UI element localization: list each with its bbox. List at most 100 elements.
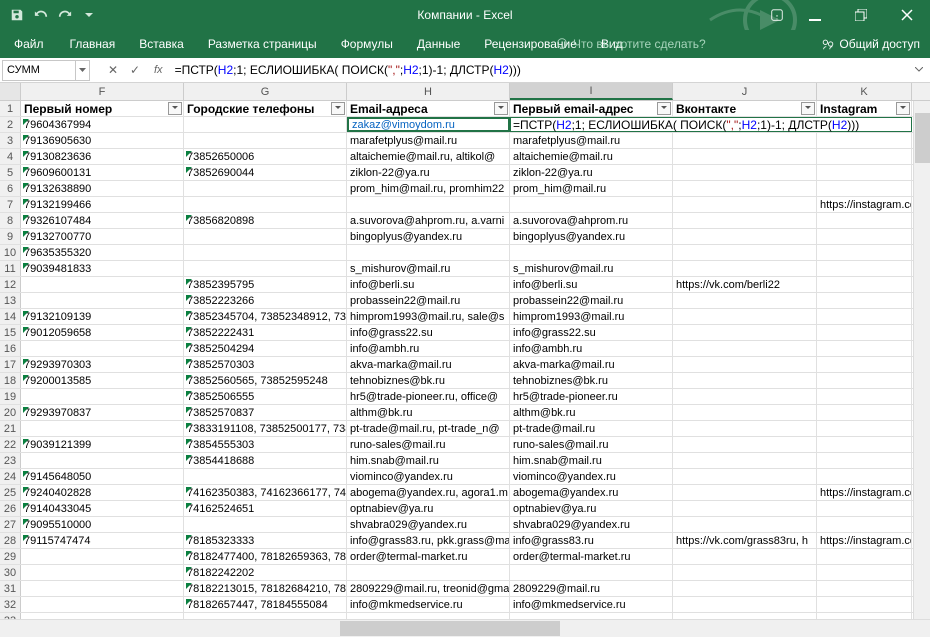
cell[interactable]: 73852345704, 73852348912, 7385	[184, 309, 347, 324]
cell[interactable]	[817, 309, 912, 324]
col-header-F[interactable]: F	[21, 83, 184, 100]
formula-expand[interactable]	[910, 67, 928, 73]
cell[interactable]: hr5@trade-pioneer.ru, office@	[347, 389, 510, 404]
cell[interactable]: 73852504294	[184, 341, 347, 356]
cell[interactable]	[817, 245, 912, 260]
cell[interactable]	[673, 597, 817, 612]
row-header[interactable]: 12	[0, 277, 21, 292]
name-box[interactable]: СУММ	[2, 60, 76, 81]
cell[interactable]: him.snab@mail.ru	[347, 453, 510, 468]
cell[interactable]	[817, 165, 912, 180]
save-button[interactable]	[6, 4, 28, 26]
cell[interactable]: 78182657447, 78184555084	[184, 597, 347, 612]
cell[interactable]: 79200013585	[21, 373, 184, 388]
tell-me[interactable]: Что вы хотите сделать?	[555, 37, 706, 51]
row-header[interactable]: 21	[0, 421, 21, 436]
cell[interactable]: 79130823636	[21, 149, 184, 164]
cell[interactable]	[673, 405, 817, 420]
help-button[interactable]	[762, 0, 792, 30]
cell[interactable]: altaichemie@mail.ru	[510, 149, 673, 164]
row-header[interactable]: 25	[0, 485, 21, 500]
cell[interactable]	[673, 181, 817, 196]
row-header[interactable]: 23	[0, 453, 21, 468]
redo-button[interactable]	[54, 4, 76, 26]
cell[interactable]: althm@bk.ru	[510, 405, 673, 420]
cell[interactable]	[673, 165, 817, 180]
cell[interactable]: runo-sales@mail.ru	[510, 437, 673, 452]
cell[interactable]	[817, 469, 912, 484]
filter-button[interactable]	[168, 102, 182, 115]
cell[interactable]: akva-marka@mail.ru	[347, 357, 510, 372]
cell[interactable]: himprom1993@mail.ru	[510, 309, 673, 324]
cell[interactable]: a.suvorova@ahprom.ru, a.varni	[347, 213, 510, 228]
row-header[interactable]: 4	[0, 149, 21, 164]
col-header-J[interactable]: J	[673, 83, 817, 100]
cell[interactable]: 74162350383, 74162366177, 7416	[184, 485, 347, 500]
home-tab[interactable]: Главная	[58, 30, 128, 58]
scroll-thumb[interactable]	[915, 113, 930, 163]
row-header[interactable]: 9	[0, 229, 21, 244]
row-header[interactable]: 24	[0, 469, 21, 484]
row-header[interactable]: 10	[0, 245, 21, 260]
cell[interactable]: prom_him@mail.ru, promhim22	[347, 181, 510, 196]
cell[interactable]: 73852650006	[184, 149, 347, 164]
cell[interactable]: 79635355320	[21, 245, 184, 260]
cell[interactable]: 73852223266	[184, 293, 347, 308]
layout-tab[interactable]: Разметка страницы	[196, 30, 329, 58]
cell[interactable]	[673, 581, 817, 596]
row-header[interactable]: 6	[0, 181, 21, 196]
cell[interactable]: viominco@yandex.ru	[347, 469, 510, 484]
row-header[interactable]: 1	[0, 101, 21, 116]
share-button[interactable]: Общий доступ	[821, 37, 920, 51]
cell[interactable]	[817, 421, 912, 436]
cell[interactable]: 79609600131	[21, 165, 184, 180]
cell[interactable]: https://vk.com/grass83ru, h	[673, 533, 817, 548]
cell[interactable]	[184, 117, 347, 132]
row-header[interactable]: 20	[0, 405, 21, 420]
cell[interactable]	[673, 229, 817, 244]
cell[interactable]	[817, 277, 912, 292]
header-cell[interactable]: Email-адреса	[347, 101, 510, 116]
row-header[interactable]: 3	[0, 133, 21, 148]
cell[interactable]	[673, 485, 817, 500]
cell[interactable]: marafetplyus@mail.ru	[510, 133, 673, 148]
cell[interactable]	[21, 293, 184, 308]
cell[interactable]: 79115747474	[21, 533, 184, 548]
cell[interactable]: info@grass83.ru, pkk.grass@ma	[347, 533, 510, 548]
cell[interactable]	[21, 581, 184, 596]
cell[interactable]: https://vk.com/berli22	[673, 277, 817, 292]
cell[interactable]: 79132638890	[21, 181, 184, 196]
cell[interactable]	[817, 453, 912, 468]
scroll-thumb[interactable]	[340, 621, 560, 636]
row-header[interactable]: 18	[0, 373, 21, 388]
cell[interactable]: him.snab@mail.ru	[510, 453, 673, 468]
cell[interactable]: 73854418688	[184, 453, 347, 468]
cell[interactable]	[347, 197, 510, 212]
cell[interactable]	[673, 341, 817, 356]
cell[interactable]	[673, 389, 817, 404]
cell[interactable]	[347, 565, 510, 580]
cell[interactable]	[184, 261, 347, 276]
cell[interactable]	[673, 469, 817, 484]
cell[interactable]	[817, 293, 912, 308]
cell[interactable]: optnabiev@ya.ru	[510, 501, 673, 516]
cell[interactable]: 79240402828	[21, 485, 184, 500]
filter-button[interactable]	[896, 102, 910, 115]
cell[interactable]: order@termal-market.ru	[510, 549, 673, 564]
vertical-scrollbar[interactable]	[913, 101, 930, 619]
cell[interactable]: s_mishurov@mail.ru	[347, 261, 510, 276]
cell[interactable]	[184, 229, 347, 244]
col-header-K[interactable]: K	[817, 83, 912, 100]
row-header[interactable]: 7	[0, 197, 21, 212]
cell[interactable]	[673, 501, 817, 516]
header-cell[interactable]: Первый номер	[21, 101, 184, 116]
cell[interactable]	[673, 421, 817, 436]
row-header[interactable]: 32	[0, 597, 21, 612]
cell[interactable]: info@ambh.ru	[347, 341, 510, 356]
cell[interactable]	[184, 245, 347, 260]
cell[interactable]: bingoplyus@yandex.ru	[510, 229, 673, 244]
cell[interactable]: altaichemie@mail.ru, altikol@	[347, 149, 510, 164]
cell[interactable]: 79145648050	[21, 469, 184, 484]
cell[interactable]	[817, 437, 912, 452]
cell[interactable]: optnabiev@ya.ru	[347, 501, 510, 516]
